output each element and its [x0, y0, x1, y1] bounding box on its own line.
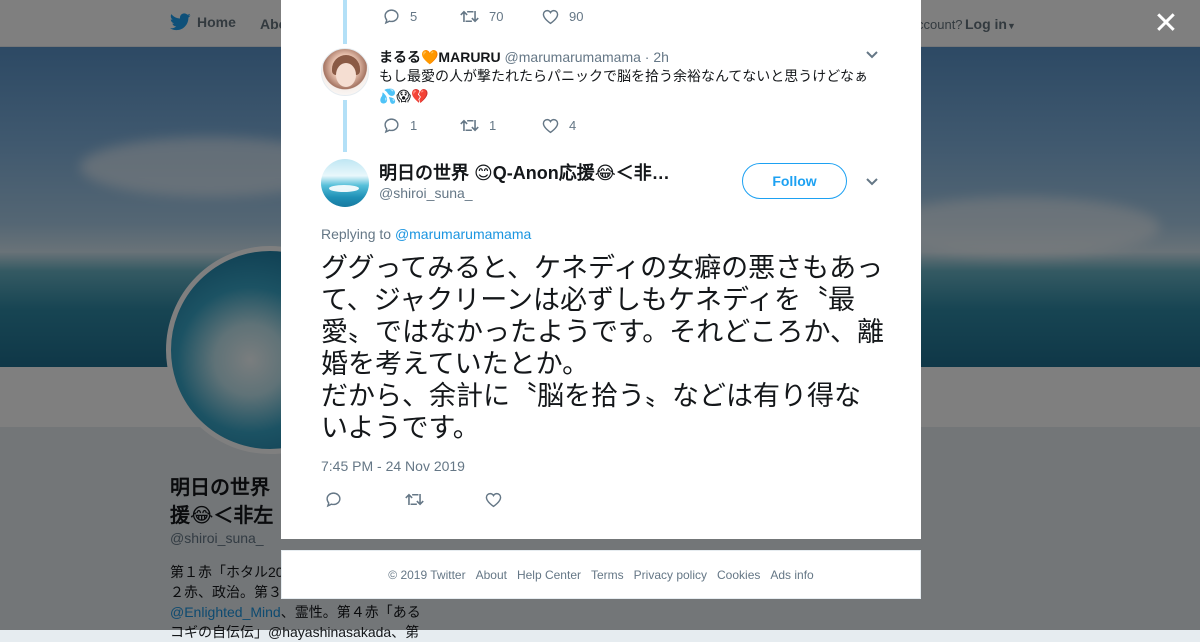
retweet-count: 1	[489, 118, 497, 133]
reply-count: 1	[410, 118, 418, 133]
reply-button[interactable]: 1	[383, 117, 460, 134]
heart-icon	[485, 492, 502, 507]
reply-display-name: まるる🧡MARURU	[379, 49, 501, 65]
tweet-timestamp[interactable]: 7:45 PM - 24 Nov 2019	[321, 458, 465, 474]
reply-button[interactable]	[325, 491, 405, 508]
footer-link-terms[interactable]: Terms	[591, 568, 624, 582]
heart-icon	[542, 9, 559, 24]
heart-icon	[542, 118, 559, 133]
main-tweet-text: ググってみると、ケネディの女癖の悪さもあって、ジャクリーンは必ずしもケネディを〝…	[321, 253, 884, 444]
like-count: 4	[569, 118, 577, 133]
retweet-icon	[405, 493, 424, 506]
reply-icon	[384, 118, 399, 134]
like-button[interactable]	[485, 492, 512, 508]
retweet-icon	[460, 10, 479, 23]
retweet-button[interactable]	[405, 491, 485, 508]
footer-link-cookies[interactable]: Cookies	[717, 568, 760, 582]
footer-link-about[interactable]: About	[476, 568, 507, 582]
reply-button[interactable]: 5	[383, 8, 460, 25]
footer-link-ads-info[interactable]: Ads info	[770, 568, 813, 582]
footer-link-privacy[interactable]: Privacy policy	[634, 568, 707, 582]
close-icon[interactable]: ✕	[1150, 8, 1182, 40]
main-handle[interactable]: @shiroi_suna_	[379, 185, 473, 201]
chevron-down-icon[interactable]	[865, 174, 879, 193]
footer-link-help-center[interactable]: Help Center	[517, 568, 581, 582]
replying-to-link[interactable]: @marumarumamama	[395, 226, 531, 242]
main-author-avatar[interactable]	[321, 159, 369, 207]
main-display-name[interactable]: 明日の世界 😊Q-Anon応援😂＜非…	[379, 159, 670, 185]
retweet-icon	[460, 119, 479, 132]
reply-author-avatar[interactable]	[321, 48, 369, 96]
retweet-button[interactable]: 1	[460, 117, 542, 134]
like-button[interactable]: 90	[542, 9, 583, 25]
replying-prefix: Replying to	[321, 226, 392, 242]
retweet-button[interactable]: 70	[460, 8, 542, 25]
footer-links: © 2019 Twitter About Help Center Terms P…	[281, 550, 921, 599]
retweet-count: 70	[489, 9, 504, 24]
like-button[interactable]: 4	[542, 118, 576, 134]
follow-button[interactable]: Follow	[742, 163, 847, 199]
replying-to: Replying to @marumarumamama	[321, 226, 531, 242]
reply-text: もし最愛の人が撃たれたらパニックで脳を拾う余裕なんてないと思うけどなぁ💦😱💔	[379, 68, 869, 104]
reply-tweet-actions: 1 1 4	[383, 117, 576, 134]
reply-count: 5	[410, 9, 418, 24]
thread-connector	[343, 100, 347, 152]
reply-icon	[384, 9, 399, 25]
thread-connector	[343, 0, 347, 44]
reply-icon	[326, 492, 341, 508]
reply-time: · 2h	[644, 49, 669, 65]
reply-handle: @marumarumamama	[504, 49, 641, 65]
reply-author[interactable]: まるる🧡MARURU @marumarumamama · 2h	[379, 47, 669, 67]
chevron-down-icon[interactable]	[865, 47, 879, 66]
footer-copyright: © 2019 Twitter	[388, 567, 466, 582]
like-count: 90	[569, 9, 584, 24]
prev-tweet-actions: 5 70 90	[383, 8, 583, 25]
main-tweet-actions	[325, 491, 512, 508]
tweet-permalink-modal: 5 70 90 まるる🧡MARURU @marumarumamama · 2h …	[281, 0, 921, 539]
